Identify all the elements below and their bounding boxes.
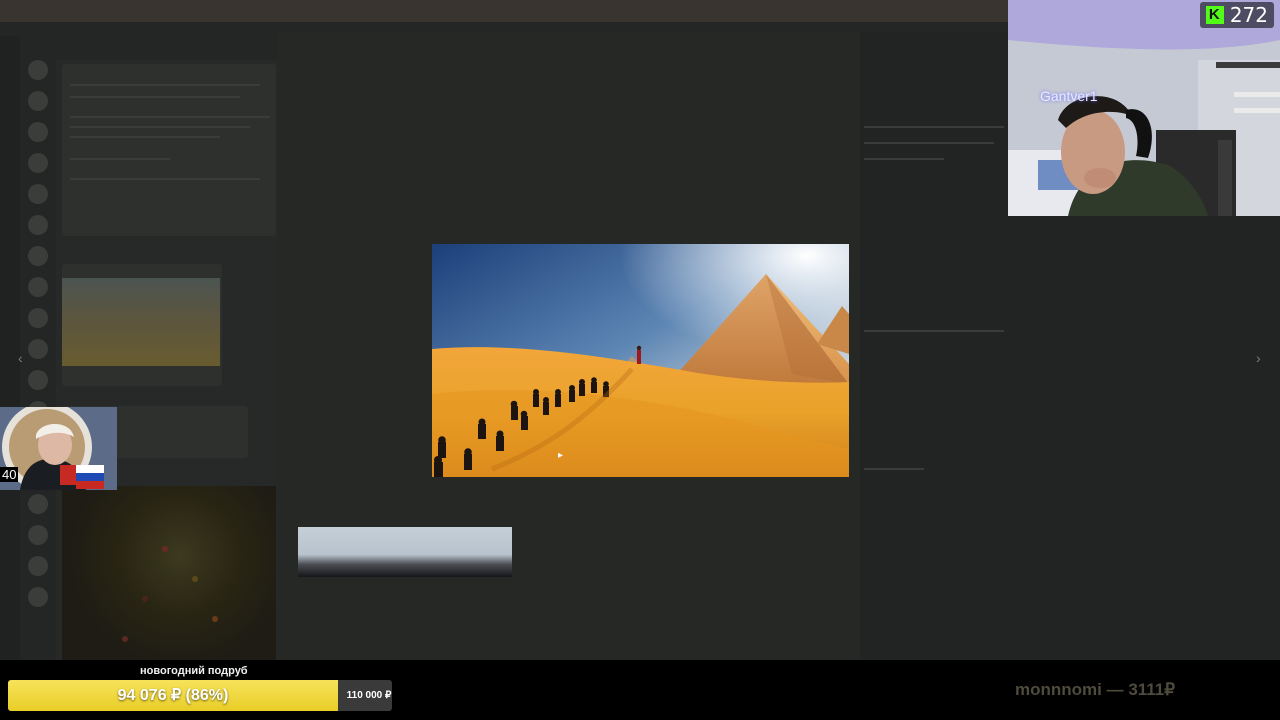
- avatar: [28, 215, 48, 235]
- background-text-line: [70, 126, 250, 128]
- avatar: [28, 153, 48, 173]
- background-right-area: [868, 216, 1280, 660]
- kick-letter: K: [1208, 6, 1220, 23]
- background-text-line: [864, 126, 1004, 128]
- donation-goal-progress-bar: 94 076 ₽ (86%) 110 000 ₽: [8, 680, 392, 711]
- background-text-line: [868, 330, 978, 332]
- background-pyramid-thumbnail: [62, 278, 220, 366]
- avatar: [28, 525, 48, 545]
- background-text-line: [70, 136, 220, 138]
- webcam-scene: [1008, 0, 1280, 216]
- ornament: [142, 596, 148, 602]
- background-topbar: [0, 0, 1008, 22]
- avatar: [28, 587, 48, 607]
- kick-logo-icon: K: [1205, 6, 1224, 24]
- secondary-webcam: 40: [0, 407, 117, 490]
- avatar: [28, 556, 48, 576]
- pyramid-desert-illustration: [432, 244, 849, 477]
- streamer-webcam: K 272 Gantver1: [1008, 0, 1280, 216]
- background-text-line: [864, 142, 994, 144]
- background-text-line: [70, 116, 270, 118]
- secondary-webcam-counter: 40: [0, 467, 19, 482]
- background-sidebar: [0, 36, 20, 660]
- avatar: [28, 184, 48, 204]
- ornament: [192, 576, 198, 582]
- avatar: [28, 339, 48, 359]
- streamer-name: Gantver1: [1040, 88, 1098, 104]
- viewer-count-badge: K 272: [1199, 2, 1274, 28]
- background-text-line: [70, 96, 240, 98]
- prev-image-arrow[interactable]: ‹: [18, 350, 23, 366]
- avatar: [28, 370, 48, 390]
- background-text-line: [864, 468, 924, 470]
- snow-image-thumbnail[interactable]: [298, 527, 512, 577]
- last-donation: monnnomi — 3111₽: [1015, 680, 1176, 699]
- avatar: [28, 494, 48, 514]
- avatar: [28, 246, 48, 266]
- background-text-line: [70, 84, 260, 86]
- donation-goal-amount: 94 076 ₽ (86%): [117, 687, 229, 704]
- next-image-arrow[interactable]: ›: [1256, 350, 1261, 366]
- background-right-column: [860, 32, 1008, 660]
- background-text-line: [70, 178, 260, 180]
- mouse-cursor: ▸: [558, 450, 564, 461]
- background-text-line: [864, 158, 944, 160]
- ornament: [212, 616, 218, 622]
- donation-goal-target: 110 000 ₽: [346, 690, 392, 701]
- lightbox-image[interactable]: ▸: [432, 244, 849, 477]
- ornament: [162, 546, 168, 552]
- avatar: [28, 308, 48, 328]
- background-text-line: [70, 158, 170, 160]
- viewer-count: 272: [1229, 3, 1268, 27]
- background-message-card: [62, 64, 276, 236]
- background-tree-thumbnail: [62, 486, 276, 660]
- donation-goal-title: новогодний подруб: [140, 665, 248, 677]
- avatar: [28, 91, 48, 111]
- background-chat-avatars: [22, 60, 54, 640]
- ornament: [122, 636, 128, 642]
- avatar: [28, 60, 48, 80]
- avatar: [28, 277, 48, 297]
- avatar: [28, 122, 48, 142]
